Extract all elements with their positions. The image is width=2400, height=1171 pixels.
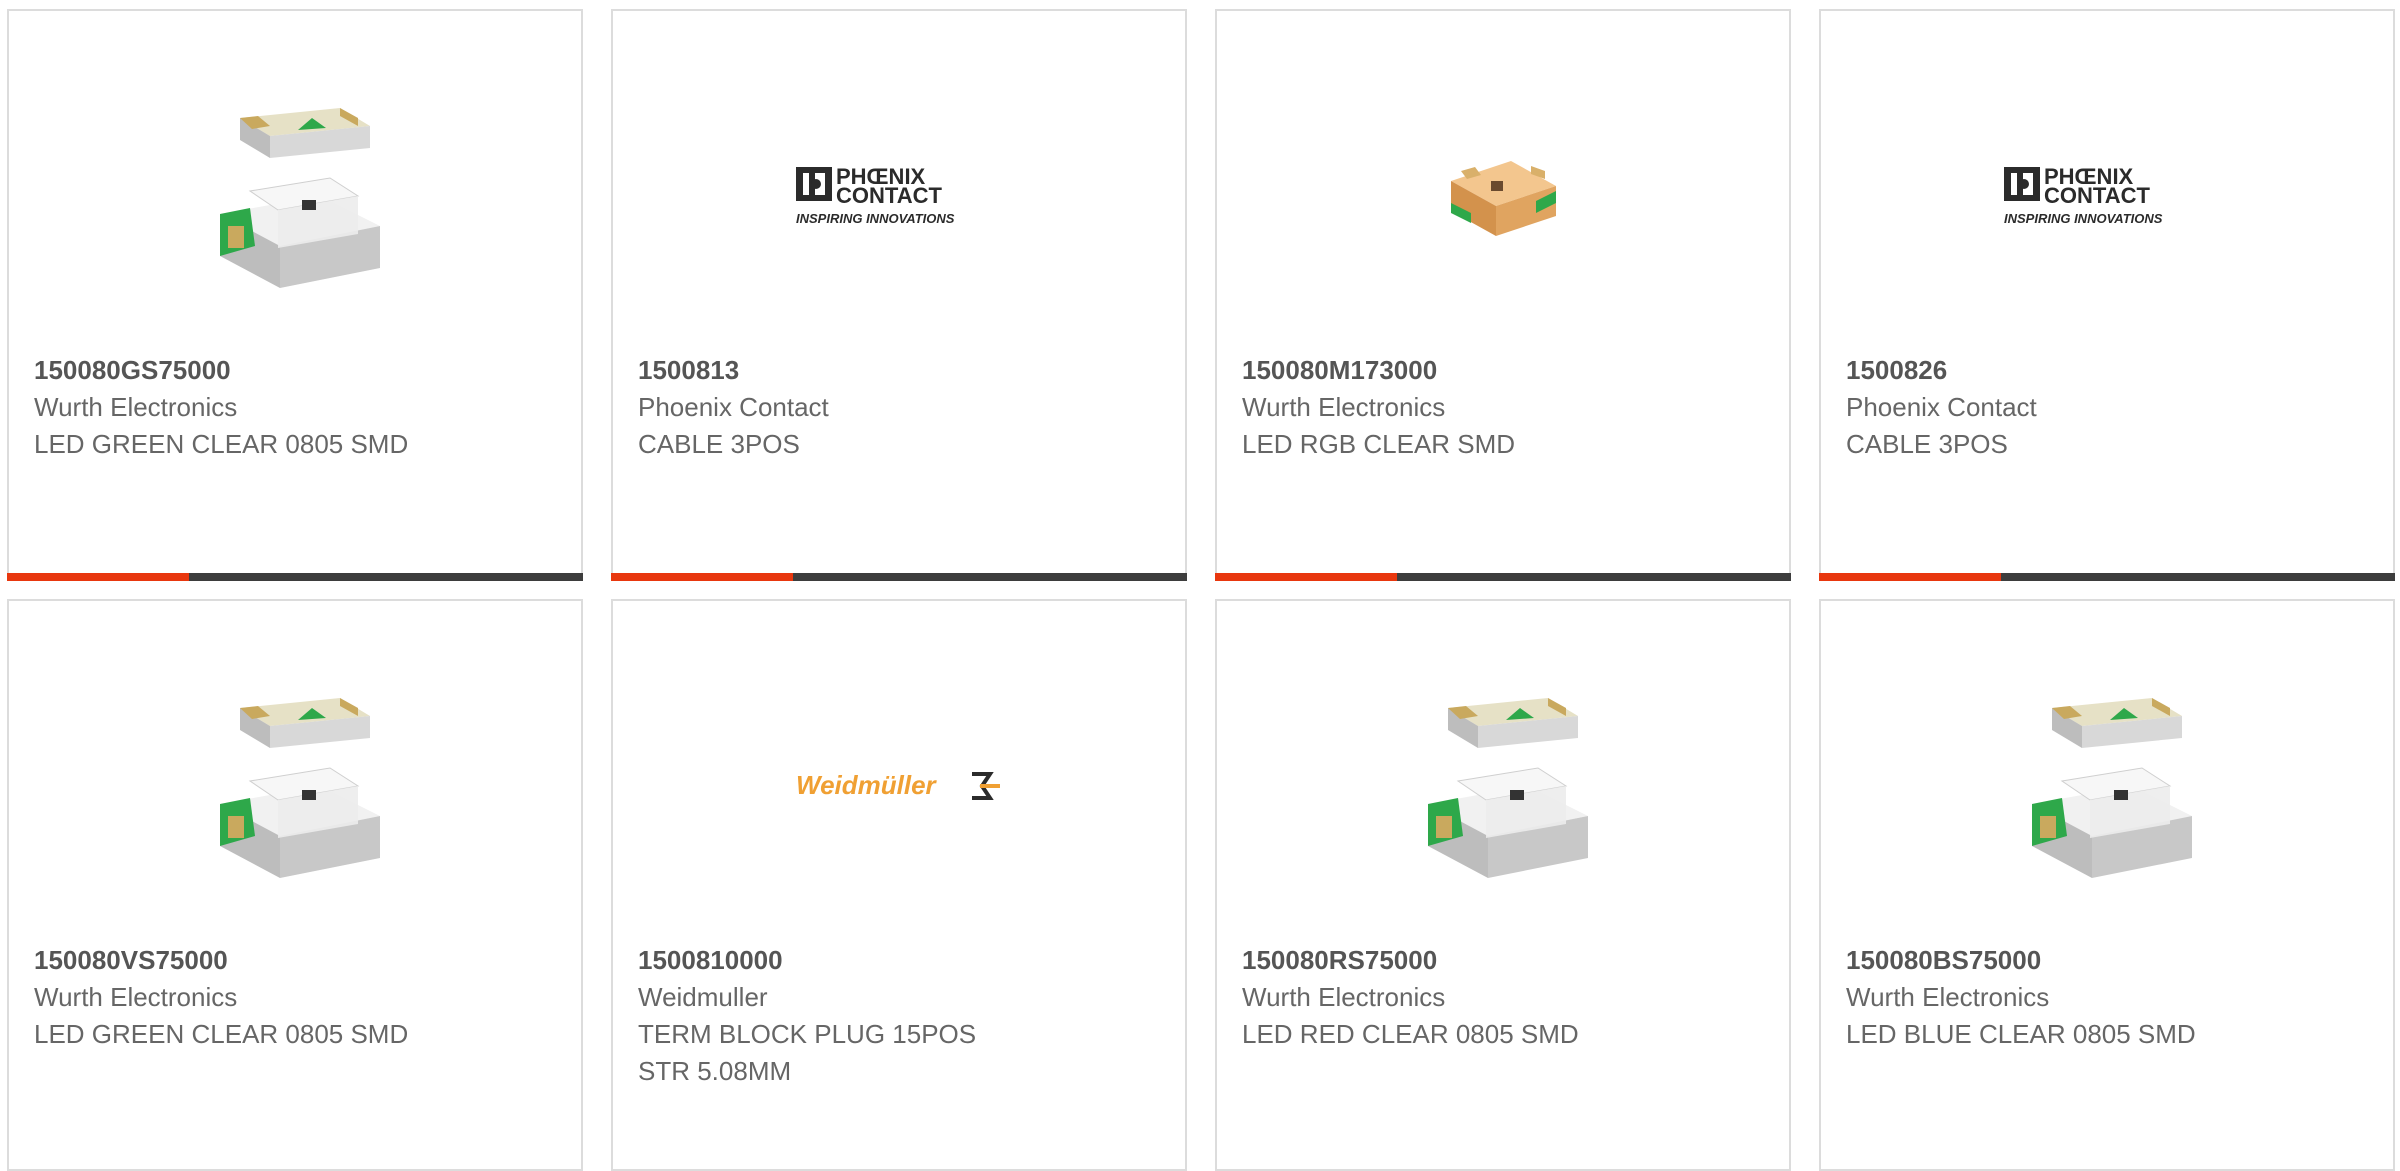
card-footer-bar: [1215, 573, 1791, 581]
part-number[interactable]: 150080M173000: [1242, 352, 1769, 389]
product-image: [1217, 71, 1789, 321]
part-number[interactable]: 150080BS75000: [1846, 942, 2373, 979]
manufacturer: Wurth Electronics: [34, 982, 238, 1012]
svg-text:CONTACT: CONTACT: [836, 183, 942, 208]
description: TERM BLOCK PLUG 15POS: [638, 1019, 977, 1049]
led-red-icon: [1408, 686, 1598, 886]
weidmuller-logo: Weidmüller: [794, 766, 1004, 806]
description: CABLE 3POS: [1846, 429, 2008, 459]
manufacturer: Wurth Electronics: [1242, 392, 1446, 422]
product-image: [9, 661, 581, 911]
product-image: PHŒNIX CONTACT INSPIRING INNOVATIONS: [613, 71, 1185, 321]
description: LED RGB CLEAR SMD: [1242, 429, 1516, 459]
manufacturer: Weidmuller: [638, 982, 768, 1012]
product-image: [1217, 661, 1789, 911]
description: LED GREEN CLEAR 0805 SMD: [34, 1019, 409, 1049]
svg-text:CONTACT: CONTACT: [2044, 183, 2150, 208]
led-green-icon: [200, 96, 390, 296]
part-number[interactable]: 150080GS75000: [34, 352, 561, 389]
card-footer-bar: [611, 573, 1187, 581]
manufacturer: Wurth Electronics: [1242, 982, 1446, 1012]
description: LED RED CLEAR 0805 SMD: [1242, 1019, 1579, 1049]
part-number[interactable]: 1500813: [638, 352, 1165, 389]
product-image: Weidmüller: [613, 661, 1185, 911]
led-rgb-icon: [1441, 141, 1565, 251]
part-number[interactable]: 150080VS75000: [34, 942, 561, 979]
part-number[interactable]: 1500810000: [638, 942, 1165, 979]
product-card[interactable]: 150080GS75000 Wurth Electronics LED GREE…: [7, 9, 583, 581]
product-grid: 150080GS75000 Wurth Electronics LED GREE…: [0, 0, 2400, 1171]
manufacturer: Phoenix Contact: [638, 392, 829, 422]
description: CABLE 3POS: [638, 429, 800, 459]
product-card[interactable]: PHŒNIX CONTACT INSPIRING INNOVATIONS 150…: [611, 9, 1187, 581]
product-card[interactable]: 150080RS75000 Wurth Electronics LED RED …: [1215, 599, 1791, 1171]
svg-text:INSPIRING INNOVATIONS: INSPIRING INNOVATIONS: [796, 211, 955, 226]
led-green-icon: [200, 686, 390, 886]
product-image: [9, 71, 581, 321]
svg-text:INSPIRING INNOVATIONS: INSPIRING INNOVATIONS: [2004, 211, 2163, 226]
phoenix-contact-logo: PHŒNIX CONTACT INSPIRING INNOVATIONS: [794, 163, 1004, 229]
description-line-2: STR 5.08MM: [638, 1056, 792, 1086]
product-image: [1821, 661, 2393, 911]
product-card[interactable]: Weidmüller 1500810000 Weidmuller TERM BL…: [611, 599, 1187, 1171]
description: LED BLUE CLEAR 0805 SMD: [1846, 1019, 2196, 1049]
product-card[interactable]: 150080VS75000 Wurth Electronics LED GREE…: [7, 599, 583, 1171]
card-footer-bar: [7, 573, 583, 581]
manufacturer: Wurth Electronics: [34, 392, 238, 422]
manufacturer: Phoenix Contact: [1846, 392, 2037, 422]
svg-text:Weidmüller: Weidmüller: [796, 770, 938, 800]
product-card[interactable]: PHŒNIX CONTACT INSPIRING INNOVATIONS 150…: [1819, 9, 2395, 581]
led-blue-icon: [2012, 686, 2202, 886]
part-number[interactable]: 1500826: [1846, 352, 2373, 389]
product-card[interactable]: 150080M173000 Wurth Electronics LED RGB …: [1215, 9, 1791, 581]
card-footer-bar: [1819, 573, 2395, 581]
phoenix-contact-logo: PHŒNIX CONTACT INSPIRING INNOVATIONS: [2002, 163, 2212, 229]
product-image: PHŒNIX CONTACT INSPIRING INNOVATIONS: [1821, 71, 2393, 321]
manufacturer: Wurth Electronics: [1846, 982, 2050, 1012]
part-number[interactable]: 150080RS75000: [1242, 942, 1769, 979]
description: LED GREEN CLEAR 0805 SMD: [34, 429, 409, 459]
product-card[interactable]: 150080BS75000 Wurth Electronics LED BLUE…: [1819, 599, 2395, 1171]
